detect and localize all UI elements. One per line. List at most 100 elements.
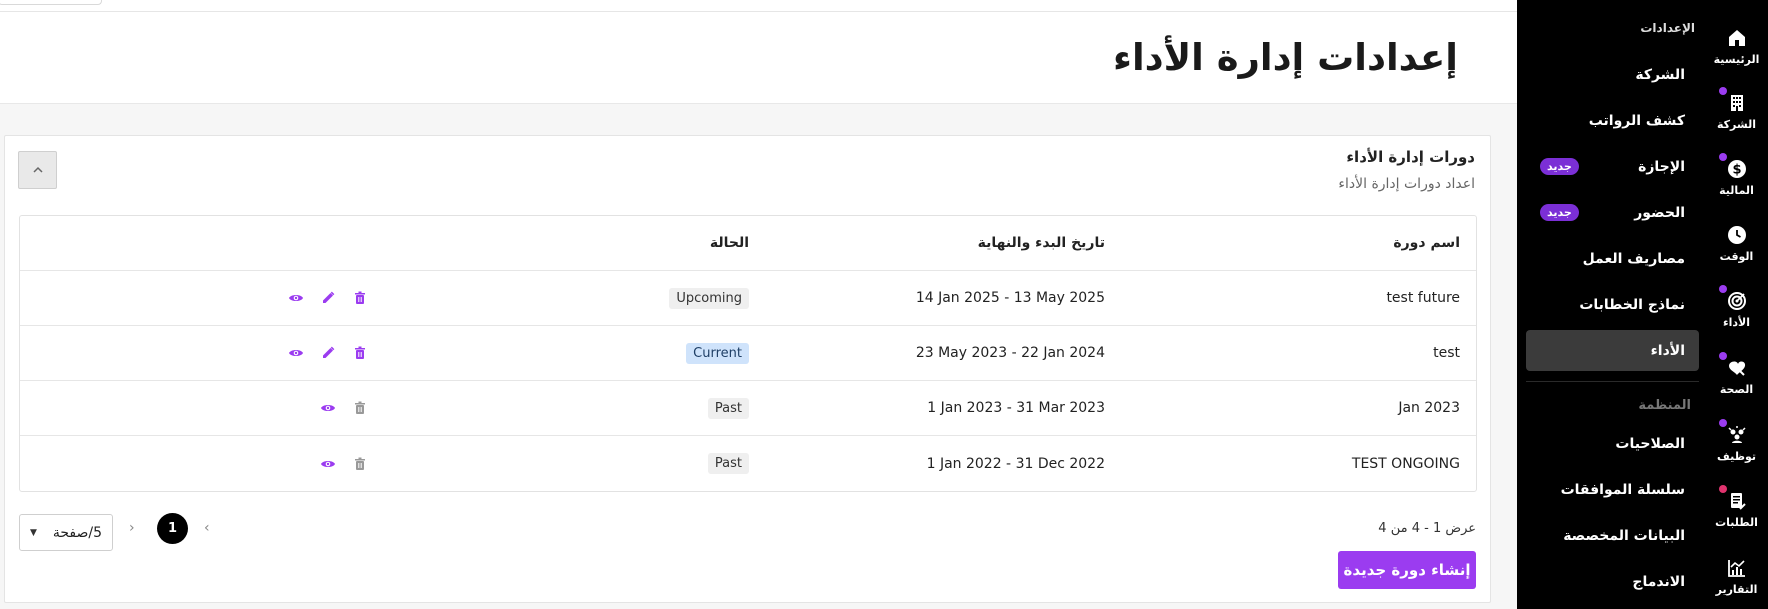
rail-label: الأداء [1722, 316, 1750, 329]
submenu-item-expenses[interactable]: مصاريف العمل [1526, 238, 1699, 279]
cycle-dates: 1 Jan 2022 - 31 Dec 2022 [926, 455, 1105, 472]
rail-item-finance[interactable]: $ المالية [1705, 151, 1768, 215]
top-bar [0, 0, 1517, 12]
table-row: TEST ONGOING 1 Jan 2022 - 31 Dec 2022 Pa… [20, 436, 1476, 491]
notification-dot [1718, 419, 1727, 427]
view-icon[interactable] [319, 399, 337, 417]
cycle-name: test future [1386, 290, 1460, 306]
requests-icon [1718, 485, 1749, 513]
page-title: إعدادات إدارة الأداء [1113, 36, 1458, 79]
view-icon[interactable] [319, 455, 337, 473]
page-header: إعدادات إدارة الأداء [0, 12, 1517, 104]
page-size-select[interactable]: ▼ 5/صفحة [19, 514, 113, 551]
submenu-item-label: الشركة [1635, 66, 1685, 83]
settings-submenu: الإعدادات الشركة كشف الرواتب الإجازة جدي… [1517, 0, 1705, 609]
notification-dot [1718, 153, 1727, 161]
new-badge: جديد [1540, 158, 1579, 175]
submenu-item-label: الاندماج [1632, 573, 1685, 590]
submenu-item-payroll[interactable]: كشف الرواتب [1526, 100, 1699, 141]
status-badge: Current [686, 342, 749, 364]
icon-rail: الرئيسية الشركة $ المالية الوقت الأداء ا… [1705, 0, 1768, 609]
rail-item-reports[interactable]: التقارير [1705, 550, 1768, 609]
submenu-section-title: الإعدادات [1640, 21, 1695, 35]
recruit-icon [1718, 419, 1749, 447]
svg-text:$: $ [1732, 163, 1741, 178]
collapse-button[interactable] [18, 151, 57, 189]
rail-item-requests[interactable]: الطلبات [1705, 483, 1768, 547]
dollar-icon: $ [1718, 153, 1749, 181]
submenu-item-approvals[interactable]: سلسلة الموافقات [1526, 469, 1699, 510]
cycles-card: دورات إدارة الأداء اعداد دورات إدارة الأ… [4, 135, 1491, 603]
cycles-table: اسم دورة تاريخ البدء والنهاية الحالة tes… [19, 215, 1477, 492]
cycle-dates: 23 May 2023 - 22 Jan 2024 [915, 345, 1105, 361]
row-actions [20, 289, 385, 307]
main-content: إعدادات إدارة الأداء دورات إدارة الأداء … [0, 0, 1517, 609]
top-bar-button[interactable] [0, 0, 102, 5]
submenu-item-label: الصلاحيات [1615, 435, 1685, 452]
cycle-status: Past [385, 453, 765, 474]
submenu-item-performance[interactable]: الأداء [1526, 330, 1699, 371]
rail-label: المالية [1719, 184, 1754, 197]
health-icon [1718, 352, 1749, 380]
table-row: test 23 May 2023 - 22 Jan 2024 Current [20, 326, 1476, 381]
rail-item-company[interactable]: الشركة [1705, 85, 1768, 149]
rail-item-performance[interactable]: الأداء [1705, 283, 1768, 347]
submenu-item-company[interactable]: الشركة [1526, 54, 1699, 95]
submenu-item-integrations[interactable]: الاندماج [1526, 561, 1699, 602]
rail-item-recruitment[interactable]: توظيف [1705, 417, 1768, 481]
building-icon [1718, 87, 1749, 115]
notification-dot [1718, 285, 1727, 293]
column-header-name: اسم دورة [1393, 235, 1460, 251]
reports-icon [1725, 556, 1749, 580]
cycle-status: Current [385, 342, 765, 364]
rail-item-time[interactable]: الوقت [1705, 217, 1768, 281]
submenu-item-permissions[interactable]: الصلاحيات [1526, 423, 1699, 464]
table-row: Jan 2023 1 Jan 2023 - 31 Mar 2023 Past [20, 381, 1476, 436]
pagination-next-icon[interactable]: ‹ [204, 520, 210, 536]
rail-label: الطلبات [1715, 516, 1758, 529]
submenu-item-label: كشف الرواتب [1588, 112, 1685, 129]
cycle-dates: 14 Jan 2025 - 13 May 2025 [915, 290, 1105, 306]
delete-icon[interactable] [351, 289, 369, 307]
submenu-item-label: البيانات المخصصة [1563, 527, 1685, 544]
status-badge: Past [707, 397, 749, 419]
delete-icon[interactable] [351, 399, 369, 417]
rail-label: الرئيسية [1713, 53, 1760, 66]
rail-item-home[interactable]: الرئيسية [1705, 20, 1768, 84]
rail-label: الصحة [1719, 383, 1754, 396]
delete-icon[interactable] [351, 344, 369, 362]
row-actions [20, 344, 385, 362]
submenu-divider [1526, 381, 1699, 382]
new-badge: جديد [1540, 204, 1579, 221]
submenu-item-letter-templates[interactable]: نماذج الخطابات [1526, 284, 1699, 325]
submenu-item-label: الأداء [1650, 342, 1685, 359]
edit-icon[interactable] [319, 344, 337, 362]
create-cycle-button[interactable]: إنشاء دورة جديدة [1338, 551, 1476, 589]
view-icon[interactable] [287, 344, 305, 362]
cycle-dates: 1 Jan 2023 - 31 Mar 2023 [927, 400, 1105, 416]
cycle-name: test [1433, 345, 1460, 361]
submenu-item-label: الحضور [1634, 204, 1685, 221]
table-header: اسم دورة تاريخ البدء والنهاية الحالة [20, 216, 1476, 271]
submenu-item-leave[interactable]: الإجازة جديد [1526, 146, 1699, 187]
submenu-item-label: سلسلة الموافقات [1560, 481, 1685, 498]
submenu-item-custom-data[interactable]: البيانات المخصصة [1526, 515, 1699, 556]
caret-down-icon: ▼ [30, 527, 37, 538]
pagination-info: عرض 1 - 4 من 4 [1378, 521, 1476, 536]
column-header-dates: تاريخ البدء والنهاية [977, 235, 1105, 251]
view-icon[interactable] [287, 289, 305, 307]
notification-dot [1718, 352, 1727, 360]
edit-icon[interactable] [319, 289, 337, 307]
submenu-item-attendance[interactable]: الحضور جديد [1526, 192, 1699, 233]
rail-label: التقارير [1715, 583, 1758, 596]
pagination-prev-icon[interactable]: › [129, 520, 135, 536]
submenu-item-label: نماذج الخطابات [1579, 296, 1685, 313]
cycle-status: Past [385, 397, 765, 419]
column-header-status: الحالة [709, 235, 749, 251]
chevron-up-icon [32, 166, 43, 173]
rail-label: توظيف [1717, 450, 1756, 463]
pagination-page[interactable]: 1 [157, 513, 188, 544]
delete-icon[interactable] [351, 455, 369, 473]
notification-dot [1718, 87, 1727, 95]
rail-item-health[interactable]: الصحة [1705, 350, 1768, 414]
